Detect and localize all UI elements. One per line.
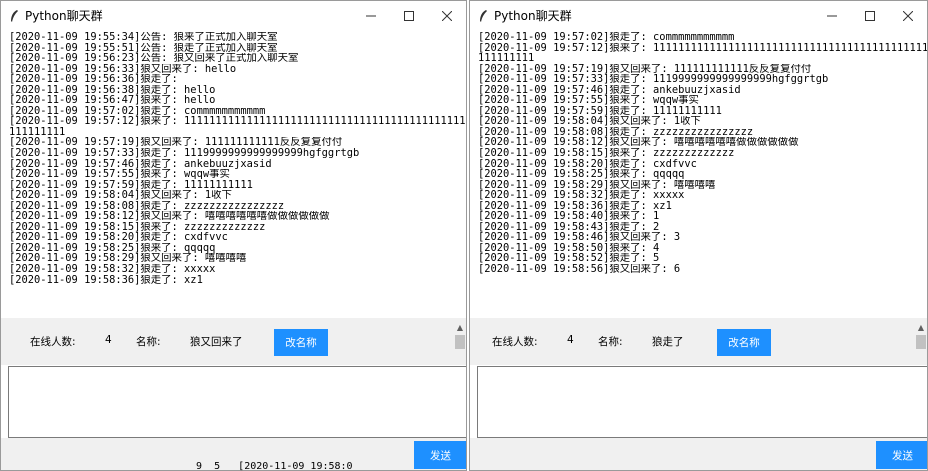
close-icon[interactable] <box>889 1 927 30</box>
chat-message: [2020-11-09 19:56:38]狼走了: hello <box>9 84 216 96</box>
scrollbar[interactable]: ▲ <box>915 318 927 365</box>
online-count-value: 4 <box>567 334 574 346</box>
chat-message: [2020-11-09 19:58:15]狼来了: zzzzzzzzzzzzz <box>9 221 266 233</box>
chat-message: [2020-11-09 19:58:29]狼又回来了: 嘻嘻嘻嘻 <box>9 253 247 265</box>
chat-message: [2020-11-09 19:58:12]狼又回来了: 嘻嘻嘻嘻嘻嘻做做做做做做 <box>478 137 799 149</box>
chat-message: 111111111 <box>478 53 535 64</box>
close-icon[interactable] <box>428 1 466 30</box>
chat-message: [2020-11-09 19:57:12]狼来了: 11111111111111… <box>9 116 466 127</box>
chat-message: [2020-11-09 19:58:36]狼走了: xz1 <box>9 274 203 286</box>
name-value: 狼走了 <box>652 336 684 348</box>
minimize-icon[interactable] <box>813 1 851 30</box>
send-button[interactable]: 发送 <box>414 441 466 469</box>
send-button[interactable]: 发送 <box>876 441 927 469</box>
chat-message: [2020-11-09 19:55:34]公告: 狼来了正式加入聊天室 <box>9 32 278 43</box>
chat-message: [2020-11-09 19:58:25]狼来了: qqqqq <box>478 169 685 180</box>
chat-message: [2020-11-09 19:57:33]狼走了: 11199999999999… <box>9 148 360 159</box>
title-bar[interactable]: Python聊天群 <box>1 1 466 30</box>
chat-message: [2020-11-09 19:56:33]狼又回来了: hello <box>9 63 237 75</box>
title-bar[interactable]: Python聊天群 <box>470 1 927 30</box>
chat-message: [2020-11-09 19:58:15]狼来了: zzzzzzzzzzzzz <box>478 148 735 159</box>
chat-message: [2020-11-09 19:58:32]狼走了: xxxxx <box>9 264 216 275</box>
chat-message: [2020-11-09 19:57:46]狼走了: ankebuuzjxasid <box>478 84 741 96</box>
status-bar: 在线人数: 4 名称: 狼又回来了 改名称 <box>1 318 466 365</box>
maximize-icon[interactable] <box>851 1 889 30</box>
chat-message: [2020-11-09 19:58:40]狼来了: 1 <box>478 211 660 222</box>
window-title: Python聊天群 <box>494 9 572 23</box>
chat-message: [2020-11-09 19:58:32]狼走了: xxxxx <box>478 190 685 201</box>
online-count-label: 在线人数: <box>492 336 538 348</box>
chat-message: [2020-11-09 19:56:36]狼走了: <box>9 74 178 85</box>
chat-message: 111111111 <box>9 126 66 138</box>
chat-message: [2020-11-09 19:58:43]狼走了: 2 <box>478 221 660 233</box>
chat-window-right: Python聊天群 [2020-11-09 19:57:02]狼走了: comm… <box>469 0 928 471</box>
window-title: Python聊天群 <box>25 9 103 23</box>
chat-message: [2020-11-09 19:57:33]狼走了: 11199999999999… <box>478 74 829 85</box>
name-label: 名称: <box>136 336 161 348</box>
minimize-icon[interactable] <box>352 1 390 30</box>
scroll-up-icon[interactable]: ▲ <box>454 322 466 332</box>
chat-message: [2020-11-09 19:57:55]狼来了: wqqw事实 <box>9 169 230 180</box>
chat-message: [2020-11-09 19:58:04]狼又回来了: 1收下 <box>478 116 701 127</box>
chat-message: [2020-11-09 19:58:20]狼走了: cxdfvvc <box>9 232 228 243</box>
chat-message: [2020-11-09 19:58:12]狼又回来了: 嘻嘻嘻嘻嘻嘻做做做做做做 <box>9 211 330 222</box>
chat-message: [2020-11-09 19:57:55]狼来了: wqqw事实 <box>478 95 699 106</box>
chat-message: [2020-11-09 19:56:47]狼来了: hello <box>9 95 216 106</box>
chat-window-left: Python聊天群 [2020-11-09 19:55:34]公告: 狼来了正式… <box>0 0 467 471</box>
status-bar: 在线人数: 4 名称: 狼走了 改名称 <box>470 318 927 365</box>
chat-message: [2020-11-09 19:57:59]狼走了: 11111111111 <box>9 179 253 191</box>
message-input[interactable] <box>8 366 466 438</box>
scrollbar[interactable]: ▲ <box>454 318 466 365</box>
chat-log[interactable]: [2020-11-09 19:55:34]公告: 狼来了正式加入聊天室 [2020… <box>4 30 466 318</box>
online-count-value: 4 <box>105 334 112 346</box>
rename-button[interactable]: 改名称 <box>717 329 771 356</box>
chat-message: [2020-11-09 19:58:08]狼走了: zzzzzzzzzzzzzz… <box>9 200 285 212</box>
chat-message: [2020-11-09 19:57:19]狼又回来了: 111111111111… <box>478 63 812 75</box>
rename-button[interactable]: 改名称 <box>274 329 328 356</box>
name-value: 狼又回来了 <box>190 336 243 348</box>
chat-message: [2020-11-09 19:57:12]狼来了: 11111111111111… <box>478 42 927 54</box>
name-label: 名称: <box>598 336 623 348</box>
scroll-up-icon[interactable]: ▲ <box>915 322 927 332</box>
chat-message: [2020-11-09 19:57:02]狼走了: commmmmmmmmmm <box>9 105 266 117</box>
chat-message: [2020-11-09 19:58:52]狼走了: 5 <box>478 253 660 265</box>
chat-message: [2020-11-09 19:58:50]狼来了: 4 <box>478 242 660 254</box>
chat-message: [2020-11-09 19:58:46]狼又回来了: 3 <box>478 232 681 243</box>
background-terminal-text: _ 9_ 5 _ [2020-11-09 19:58:0 <box>184 461 353 471</box>
chat-message: [2020-11-09 19:57:02]狼走了: commmmmmmmmmm <box>478 32 735 43</box>
feather-icon <box>472 1 494 30</box>
chat-message: [2020-11-09 19:58:56]狼又回来了: 6 <box>478 264 681 275</box>
chat-message: [2020-11-09 19:56:23]公告: 狼又回来了正式加入聊天室 <box>9 53 299 64</box>
chat-message: [2020-11-09 19:57:59]狼走了: 11111111111 <box>478 105 722 117</box>
chat-message: [2020-11-09 19:58:04]狼又回来了: 1收下 <box>9 190 232 201</box>
message-input[interactable] <box>477 366 927 438</box>
chat-message: [2020-11-09 19:57:19]狼又回来了: 111111111111… <box>9 137 343 149</box>
bottom-bar: 发送 <box>470 438 927 470</box>
chat-message: [2020-11-09 19:55:51]公告: 狼走了正式加入聊天室 <box>9 42 278 54</box>
chat-message: [2020-11-09 19:58:36]狼走了: xz1 <box>478 200 672 212</box>
scroll-thumb[interactable] <box>916 335 926 349</box>
chat-message: [2020-11-09 19:58:25]狼来了: qqqqq <box>9 242 216 254</box>
feather-icon <box>3 1 25 30</box>
maximize-icon[interactable] <box>390 1 428 30</box>
chat-message: [2020-11-09 19:58:08]狼走了: zzzzzzzzzzzzzz… <box>478 126 754 138</box>
chat-message: [2020-11-09 19:57:46]狼走了: ankebuuzjxasid <box>9 158 272 170</box>
online-count-label: 在线人数: <box>30 336 76 348</box>
chat-message: [2020-11-09 19:58:29]狼又回来了: 嘻嘻嘻嘻 <box>478 179 716 191</box>
chat-message: [2020-11-09 19:58:20]狼走了: cxdfvvc <box>478 158 697 170</box>
chat-log[interactable]: [2020-11-09 19:57:02]狼走了: commmmmmmmmmm[… <box>473 30 927 318</box>
scroll-thumb[interactable] <box>455 335 465 349</box>
